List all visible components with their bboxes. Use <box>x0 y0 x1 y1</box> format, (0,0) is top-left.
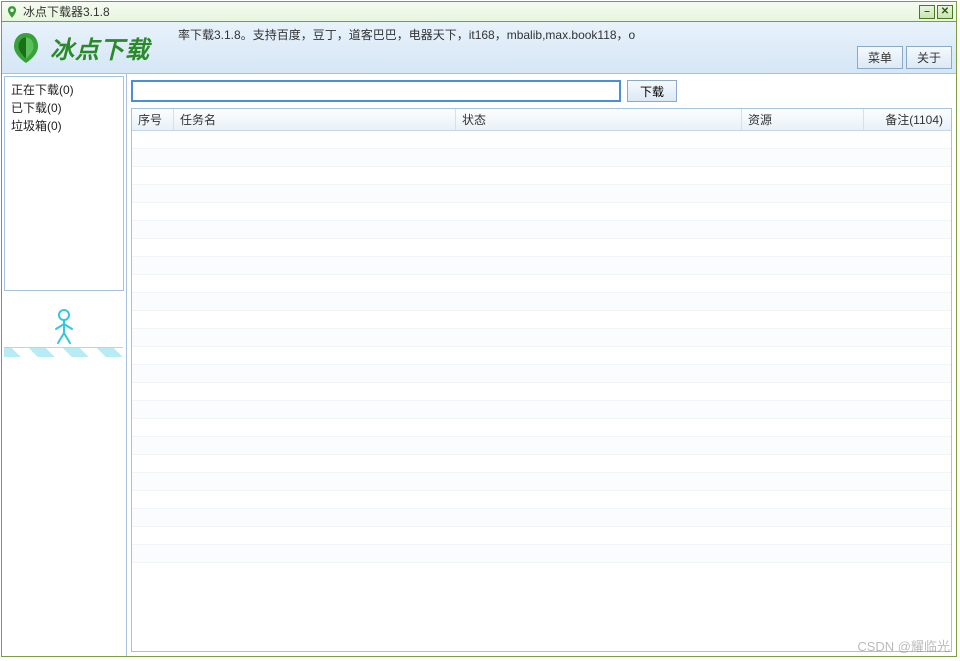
logo-text: 冰点下载 <box>50 30 150 65</box>
table-row <box>132 347 951 365</box>
table-row <box>132 167 951 185</box>
col-task[interactable]: 任务名 <box>174 109 456 130</box>
table-row <box>132 473 951 491</box>
ad-stripe <box>4 347 123 357</box>
ad-banner[interactable] <box>4 297 123 357</box>
col-resource[interactable]: 资源 <box>742 109 864 130</box>
table-row <box>132 419 951 437</box>
table-row <box>132 491 951 509</box>
sidebar: 正在下载(0) 已下载(0) 垃圾箱(0) <box>2 74 127 656</box>
url-input[interactable] <box>131 80 621 102</box>
app-window: 冰点下载器3.1.8 – ✕ 冰点下载 率下载3.1.8。支持百度，豆丁，道客巴… <box>1 1 957 657</box>
minimize-button[interactable]: – <box>919 5 935 19</box>
table-row <box>132 527 951 545</box>
status-panel: 正在下载(0) 已下载(0) 垃圾箱(0) <box>4 76 124 291</box>
close-button[interactable]: ✕ <box>937 5 953 19</box>
table-header: 序号 任务名 状态 资源 备注(1104) <box>132 109 951 131</box>
about-button[interactable]: 关于 <box>906 46 952 69</box>
col-note[interactable]: 备注(1104) <box>864 109 951 130</box>
table-row <box>132 203 951 221</box>
header-buttons: 菜单 关于 <box>854 46 952 69</box>
body: 正在下载(0) 已下载(0) 垃圾箱(0) 下载 <box>2 74 956 656</box>
table-row <box>132 509 951 527</box>
sidebar-item-downloading[interactable]: 正在下载(0) <box>11 81 117 99</box>
ad-figure-icon <box>44 307 84 347</box>
table-row <box>132 401 951 419</box>
logo-icon <box>8 30 44 66</box>
main-panel: 下载 序号 任务名 状态 资源 备注(1104) <box>127 74 956 656</box>
app-icon <box>5 5 19 19</box>
sidebar-item-trash[interactable]: 垃圾箱(0) <box>11 117 117 135</box>
sidebar-item-downloaded[interactable]: 已下载(0) <box>11 99 117 117</box>
table-row <box>132 545 951 563</box>
header: 冰点下载 率下载3.1.8。支持百度，豆丁，道客巴巴，电器天下，it168，mb… <box>2 22 956 74</box>
titlebar: 冰点下载器3.1.8 – ✕ <box>2 2 956 22</box>
download-button[interactable]: 下载 <box>627 80 677 102</box>
table-row <box>132 275 951 293</box>
table-row <box>132 293 951 311</box>
logo-area: 冰点下载 <box>8 30 178 66</box>
table-row <box>132 131 951 149</box>
col-status[interactable]: 状态 <box>456 109 742 130</box>
window-title: 冰点下载器3.1.8 <box>23 3 917 20</box>
table-row <box>132 383 951 401</box>
header-description: 率下载3.1.8。支持百度，豆丁，道客巴巴，电器天下，it168，mbalib,… <box>178 22 950 43</box>
table-row <box>132 221 951 239</box>
menu-button[interactable]: 菜单 <box>857 46 903 69</box>
url-row: 下载 <box>131 78 952 108</box>
table-row <box>132 149 951 167</box>
table-row <box>132 329 951 347</box>
task-table: 序号 任务名 状态 资源 备注(1104) <box>131 108 952 652</box>
table-row <box>132 455 951 473</box>
table-row <box>132 185 951 203</box>
table-body <box>132 131 951 651</box>
table-row <box>132 437 951 455</box>
table-row <box>132 311 951 329</box>
col-seq[interactable]: 序号 <box>132 109 174 130</box>
table-row <box>132 239 951 257</box>
table-row <box>132 257 951 275</box>
table-row <box>132 365 951 383</box>
